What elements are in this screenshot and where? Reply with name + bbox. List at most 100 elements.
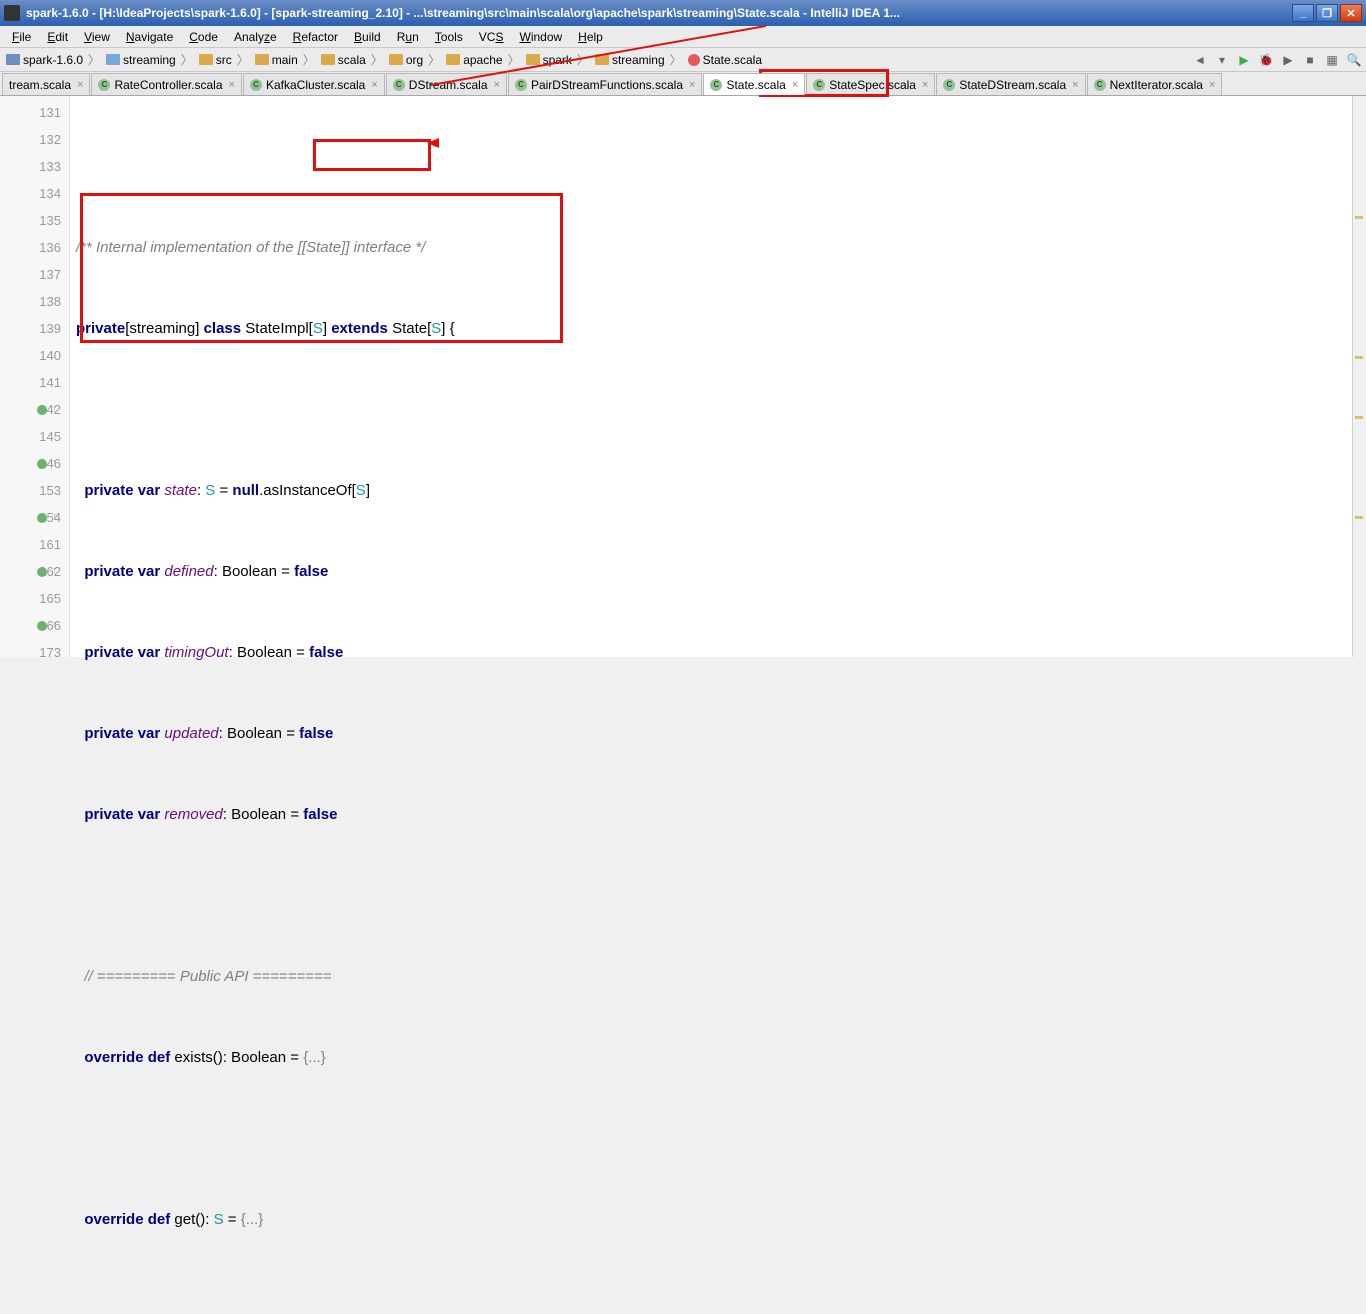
close-icon[interactable]: × bbox=[689, 79, 695, 91]
menu-build[interactable]: Build bbox=[346, 28, 389, 46]
override-marker-icon[interactable] bbox=[37, 459, 47, 469]
close-icon[interactable]: × bbox=[1072, 79, 1078, 91]
tab-kafkacluster[interactable]: KafkaCluster.scala × bbox=[243, 73, 385, 95]
gutter-line[interactable]: 137 bbox=[0, 261, 69, 288]
close-icon[interactable]: × bbox=[792, 79, 798, 91]
gutter-line[interactable]: 166 bbox=[0, 612, 69, 639]
crumb-label: State.scala bbox=[703, 53, 762, 67]
gutter-line[interactable]: 135 bbox=[0, 207, 69, 234]
search-icon[interactable]: 🔍 bbox=[1346, 52, 1362, 68]
tab-statespec[interactable]: StateSpec.scala × bbox=[806, 73, 935, 95]
menu-help[interactable]: Help bbox=[570, 28, 611, 46]
close-button[interactable]: ✕ bbox=[1340, 4, 1362, 22]
dropdown-icon[interactable]: ▾ bbox=[1214, 52, 1230, 68]
run-icon[interactable]: ▶ bbox=[1236, 52, 1252, 68]
annotation-arrow-head bbox=[427, 138, 439, 148]
tab-nextiterator[interactable]: NextIterator.scala × bbox=[1087, 73, 1223, 95]
error-stripe[interactable] bbox=[1352, 96, 1366, 657]
fold-indicator[interactable]: {...} bbox=[303, 1049, 326, 1066]
stripe-marker[interactable] bbox=[1355, 216, 1363, 219]
menu-code[interactable]: Code bbox=[181, 28, 226, 46]
override-marker-icon[interactable] bbox=[37, 513, 47, 523]
override-marker-icon[interactable] bbox=[37, 405, 47, 415]
crumb-dir[interactable]: org〉 bbox=[387, 51, 444, 68]
menu-tools[interactable]: Tools bbox=[427, 28, 471, 46]
gutter-line[interactable]: 136 bbox=[0, 234, 69, 261]
menu-edit[interactable]: Edit bbox=[39, 28, 76, 46]
debug-icon[interactable]: 🐞 bbox=[1258, 52, 1274, 68]
menu-vcs[interactable]: VCS bbox=[471, 28, 512, 46]
close-icon[interactable]: × bbox=[229, 79, 235, 91]
gutter-line[interactable]: 140 bbox=[0, 342, 69, 369]
menu-run[interactable]: Run bbox=[389, 28, 427, 46]
override-marker-icon[interactable] bbox=[37, 567, 47, 577]
editor-tabs: tream.scala× RateController.scala× Kafka… bbox=[0, 72, 1366, 96]
tab-label: StateDStream.scala bbox=[959, 78, 1066, 92]
crumb-dir[interactable]: apache〉 bbox=[444, 51, 523, 68]
crumb-dir[interactable]: scala〉 bbox=[319, 51, 387, 68]
close-icon[interactable]: × bbox=[494, 79, 500, 91]
class-icon bbox=[813, 79, 825, 91]
menu-file[interactable]: File bbox=[4, 28, 39, 46]
stripe-marker[interactable] bbox=[1355, 516, 1363, 519]
maximize-button[interactable]: ❐ bbox=[1316, 4, 1338, 22]
menu-view[interactable]: View bbox=[76, 28, 118, 46]
gutter-line[interactable]: 138 bbox=[0, 288, 69, 315]
tab-label: KafkaCluster.scala bbox=[266, 78, 365, 92]
crumb-dir[interactable]: src〉 bbox=[197, 51, 253, 68]
gutter-line[interactable]: 146 bbox=[0, 450, 69, 477]
gutter-line[interactable]: 133 bbox=[0, 153, 69, 180]
menu-navigate[interactable]: Navigate bbox=[118, 28, 181, 46]
back-icon[interactable]: ◄ bbox=[1192, 52, 1208, 68]
tab-label: NextIterator.scala bbox=[1110, 78, 1203, 92]
coverage-icon[interactable]: ▶ bbox=[1280, 52, 1296, 68]
gutter-line[interactable]: 134 bbox=[0, 180, 69, 207]
gutter-line[interactable]: 132 bbox=[0, 126, 69, 153]
close-icon[interactable]: × bbox=[371, 79, 377, 91]
gutter-line[interactable]: 161 bbox=[0, 531, 69, 558]
gutter-line[interactable]: 142 bbox=[0, 396, 69, 423]
stop-icon[interactable]: ■ bbox=[1302, 52, 1318, 68]
close-icon[interactable]: × bbox=[1209, 79, 1215, 91]
gutter-line[interactable]: 131 bbox=[0, 99, 69, 126]
gutter-line[interactable]: 141 bbox=[0, 369, 69, 396]
tab-label: StateSpec.scala bbox=[829, 78, 916, 92]
gutter-line[interactable]: 162 bbox=[0, 558, 69, 585]
structure-icon[interactable]: ▦ bbox=[1324, 52, 1340, 68]
folder-icon bbox=[199, 54, 213, 65]
close-icon[interactable]: × bbox=[77, 79, 83, 91]
crumb-module[interactable]: streaming〉 bbox=[104, 51, 197, 68]
crumb-file[interactable]: State.scala bbox=[686, 53, 764, 67]
scala-file-icon bbox=[688, 54, 700, 66]
tab-stream[interactable]: tream.scala× bbox=[2, 73, 90, 95]
crumb-label: main bbox=[272, 53, 298, 67]
close-icon[interactable]: × bbox=[922, 79, 928, 91]
gutter-line[interactable]: 154 bbox=[0, 504, 69, 531]
menu-bar: File Edit View Navigate Code Analyze Ref… bbox=[0, 26, 1366, 48]
menu-window[interactable]: Window bbox=[511, 28, 570, 46]
gutter-line[interactable]: 145 bbox=[0, 423, 69, 450]
window-titlebar: spark-1.6.0 - [H:\IdeaProjects\spark-1.6… bbox=[0, 0, 1366, 26]
crumb-label: scala bbox=[338, 53, 366, 67]
tab-pairdstream[interactable]: PairDStreamFunctions.scala× bbox=[508, 73, 703, 95]
override-marker-icon[interactable] bbox=[37, 621, 47, 631]
code-comment: /** Internal implementation of the [[Sta… bbox=[76, 239, 425, 256]
fold-indicator[interactable]: {...} bbox=[241, 1211, 264, 1228]
stripe-marker[interactable] bbox=[1355, 416, 1363, 419]
crumb-dir[interactable]: main〉 bbox=[253, 51, 319, 68]
tab-ratecontroller[interactable]: RateController.scala× bbox=[91, 73, 242, 95]
gutter-line[interactable]: 139 bbox=[0, 315, 69, 342]
crumb-project[interactable]: spark-1.6.0〉 bbox=[4, 51, 104, 68]
tab-dstream[interactable]: DStream.scala× bbox=[386, 73, 507, 95]
menu-analyze[interactable]: Analyze bbox=[226, 28, 285, 46]
gutter-line[interactable]: 165 bbox=[0, 585, 69, 612]
module-icon bbox=[106, 54, 120, 65]
code-editor[interactable]: /** Internal implementation of the [[Sta… bbox=[70, 96, 1352, 657]
tab-state[interactable]: State.scala× bbox=[703, 73, 805, 95]
minimize-button[interactable]: _ bbox=[1292, 4, 1314, 22]
gutter-line[interactable]: 173 bbox=[0, 639, 69, 666]
menu-refactor[interactable]: Refactor bbox=[285, 28, 346, 46]
tab-statedstream[interactable]: StateDStream.scala × bbox=[936, 73, 1085, 95]
stripe-marker[interactable] bbox=[1355, 356, 1363, 359]
gutter-line[interactable]: 153 bbox=[0, 477, 69, 504]
